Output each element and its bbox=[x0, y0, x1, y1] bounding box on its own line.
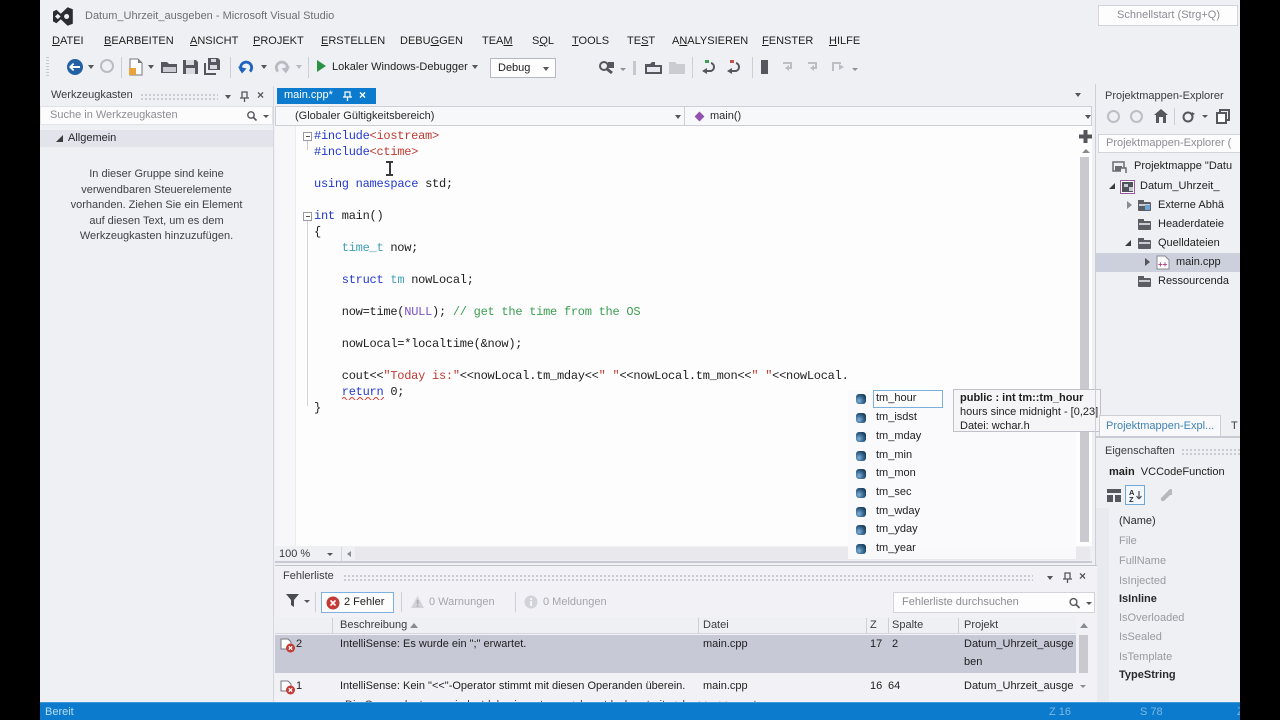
svg-text:Z: Z bbox=[1129, 495, 1134, 502]
svg-text:++: ++ bbox=[1158, 260, 1168, 269]
